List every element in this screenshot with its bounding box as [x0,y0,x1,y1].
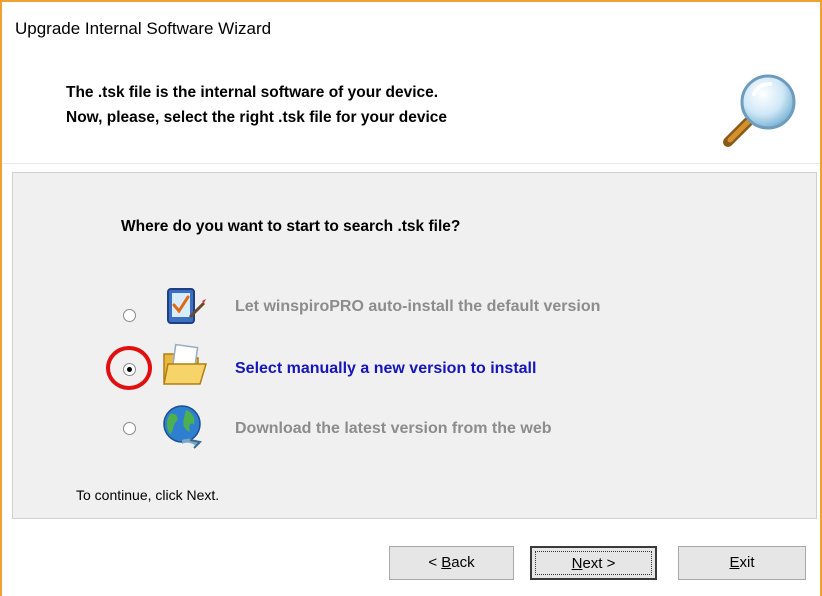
open-folder-icon [163,343,208,385]
globe-icon [163,405,203,449]
wizard-window: Upgrade Internal Software Wizard The .ts… [0,0,822,596]
option-download-web[interactable]: Download the latest version from the web [0,405,822,452]
option-auto-install-label: Let winspiroPRO auto-install the default… [235,298,601,315]
option-download-web-label: Download the latest version from the web [235,420,552,437]
option-auto-install[interactable]: Let winspiroPRO auto-install the default… [0,286,822,330]
header-description: The .tsk file is the internal software o… [66,80,447,130]
header-line-2: Now, please, select the right .tsk file … [66,109,448,126]
continue-hint: To continue, click Next. [76,487,220,503]
back-button-pre: < [428,554,442,571]
window-title: Upgrade Internal Software Wizard [15,19,272,38]
back-button-mnemonic: B [441,554,452,571]
window-border-top [0,0,822,2]
radio-auto-install[interactable] [123,309,136,322]
back-button[interactable]: < Back [389,546,514,580]
next-button[interactable]: Next > [530,546,657,580]
exit-button[interactable]: Exit [678,546,806,580]
selection-highlight-ring [106,346,152,390]
tablet-check-icon [167,288,206,324]
header-separator [2,163,820,164]
exit-button-mnemonic: E [729,554,740,571]
radio-download-web[interactable] [123,422,136,435]
header-line-1: The .tsk file is the internal software o… [66,84,439,101]
question-label: Where do you want to start to search .ts… [121,218,461,235]
next-button-focus-rect [535,551,652,575]
back-button-post: ack [451,554,475,571]
exit-button-post: xit [739,554,755,571]
magnifier-icon [723,74,796,147]
option-select-manually-label: Select manually a new version to install [235,360,537,377]
